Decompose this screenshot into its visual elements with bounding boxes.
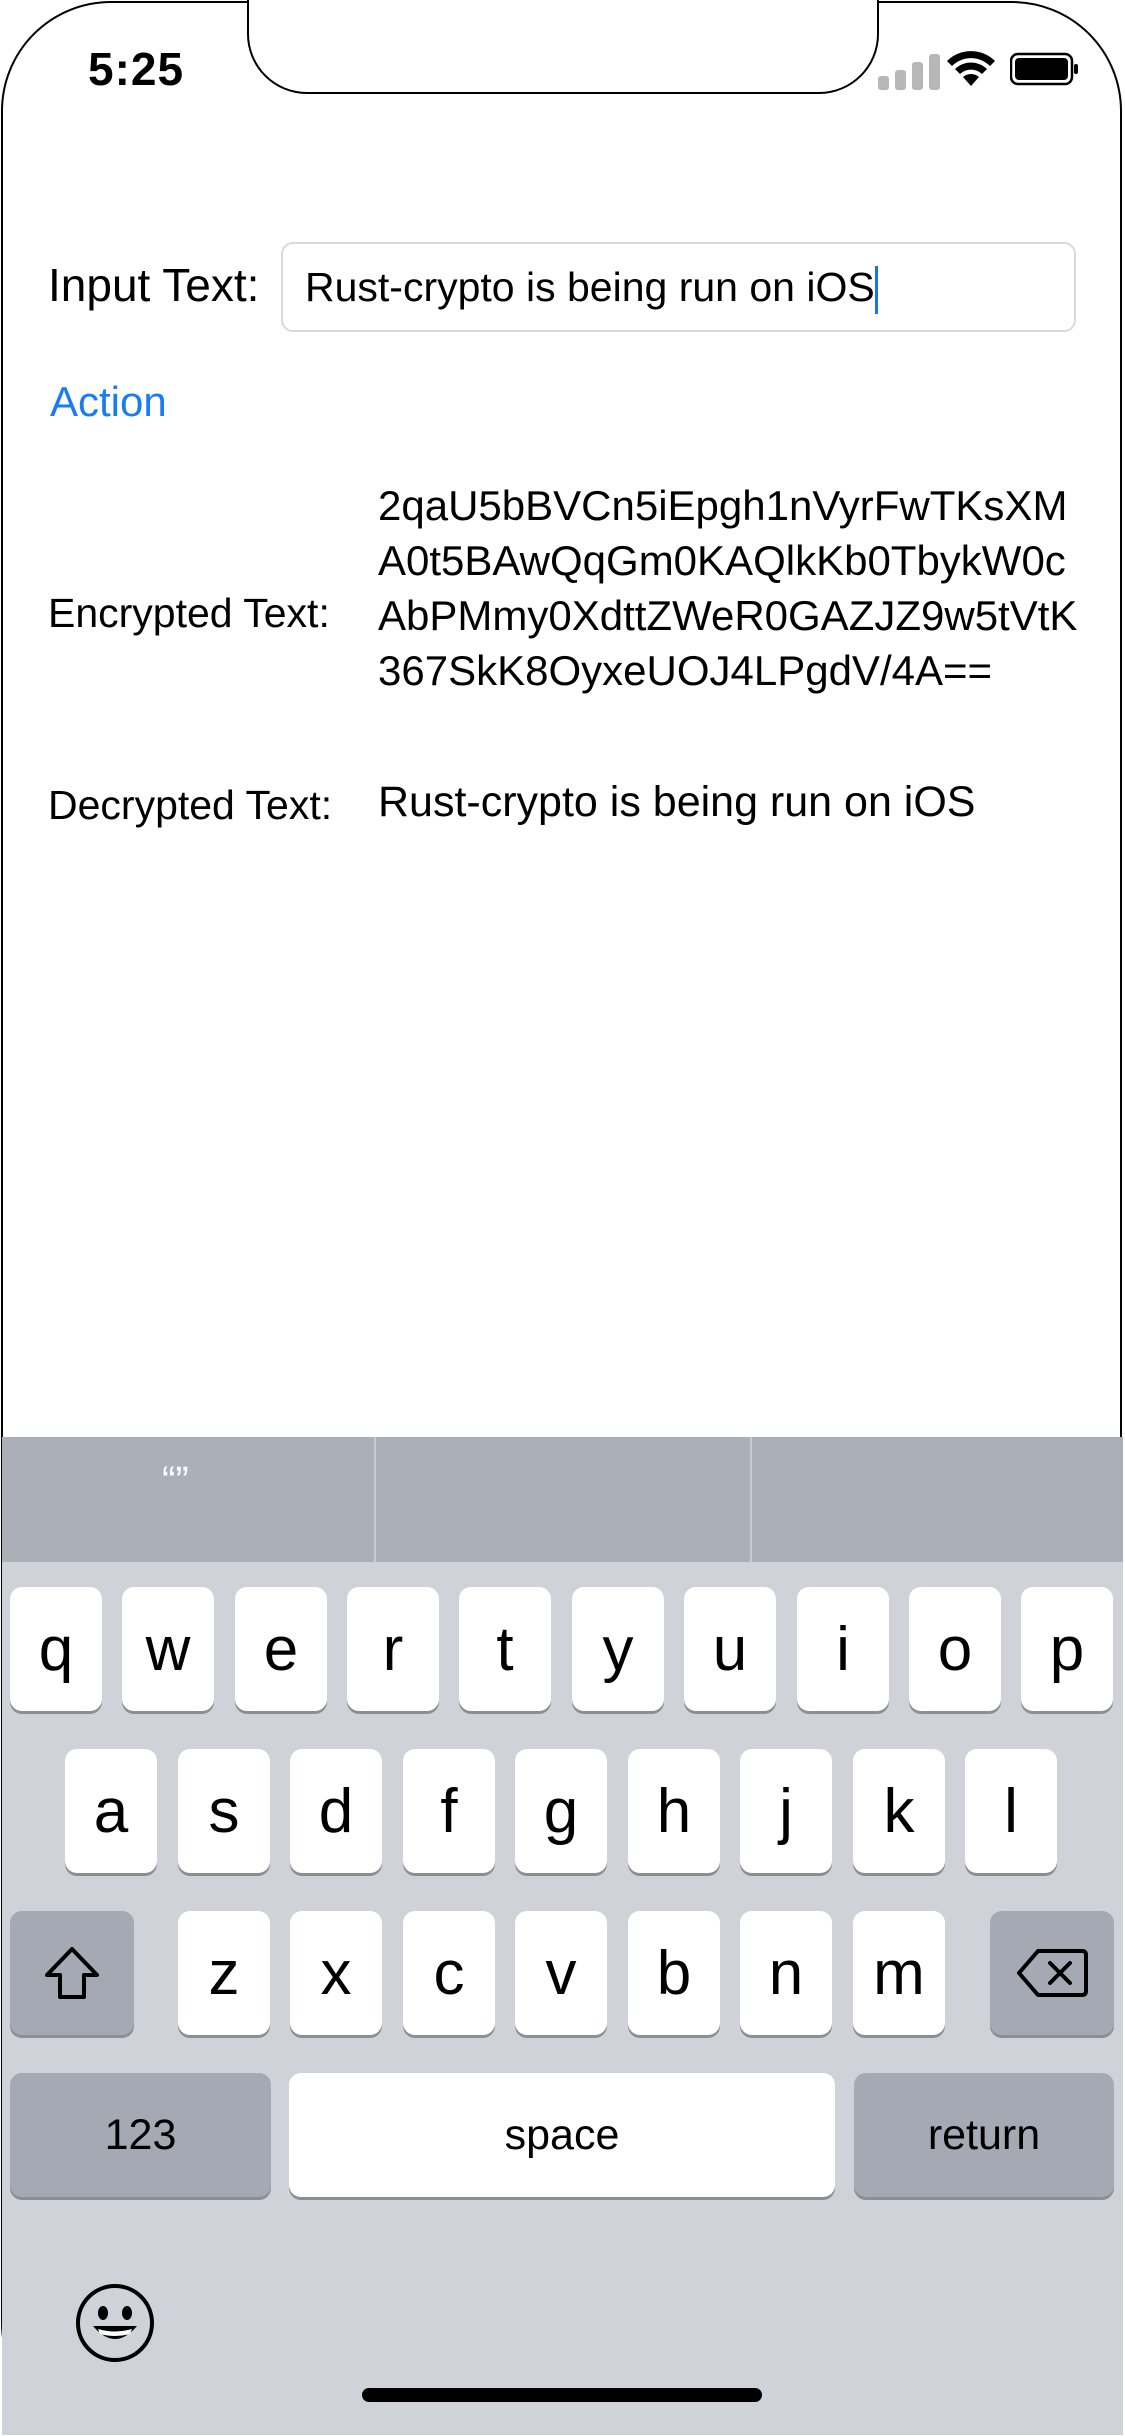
prediction-quotes: “”: [162, 1459, 189, 1503]
input-text-field[interactable]: Rust-crypto is being run on iOS: [281, 242, 1076, 332]
prediction-bar: “”: [2, 1437, 1123, 1562]
home-indicator[interactable]: [362, 2388, 762, 2402]
key-l[interactable]: l: [965, 1749, 1057, 1873]
notch: [247, 0, 879, 94]
key-v[interactable]: v: [515, 1911, 607, 2035]
key-t[interactable]: t: [459, 1587, 551, 1711]
key-n[interactable]: n: [740, 1911, 832, 2035]
battery-icon: [1010, 52, 1078, 86]
key-d[interactable]: d: [290, 1749, 382, 1873]
key-k[interactable]: k: [853, 1749, 945, 1873]
key-o[interactable]: o: [909, 1587, 1001, 1711]
key-g[interactable]: g: [515, 1749, 607, 1873]
cellular-signal-icon: [878, 50, 946, 90]
key-u[interactable]: u: [684, 1587, 776, 1711]
keyboard: “” q w e r t y u i o p a s d f g h j k l: [2, 1437, 1123, 2435]
key-s[interactable]: s: [178, 1749, 270, 1873]
key-w[interactable]: w: [122, 1587, 214, 1711]
key-a[interactable]: a: [65, 1749, 157, 1873]
input-text-value: Rust-crypto is being run on iOS: [305, 264, 875, 310]
key-h[interactable]: h: [628, 1749, 720, 1873]
wifi-icon: [947, 51, 995, 86]
key-y[interactable]: y: [572, 1587, 664, 1711]
decrypted-value: Rust-crypto is being run on iOS: [378, 778, 976, 826]
key-p[interactable]: p: [1021, 1587, 1113, 1711]
key-q[interactable]: q: [10, 1587, 102, 1711]
text-caret: [874, 266, 878, 315]
delete-key[interactable]: [990, 1911, 1114, 2035]
space-key[interactable]: space: [289, 2073, 835, 2197]
status-time: 5:25: [88, 43, 185, 95]
numbers-key[interactable]: 123: [10, 2073, 271, 2197]
encrypted-value: 2qaU5bBVCn5iEpgh1nVyrFwTKsXMA0t5BAwQqGm0…: [378, 482, 1078, 694]
input-label: Input Text:: [48, 259, 260, 311]
encrypted-label: Encrypted Text:: [48, 590, 330, 636]
prediction-cell-quotes[interactable]: “”: [2, 1437, 374, 1562]
key-z[interactable]: z: [178, 1911, 270, 2035]
key-f[interactable]: f: [403, 1749, 495, 1873]
action-button[interactable]: Action: [50, 378, 167, 426]
shift-key[interactable]: [10, 1911, 134, 2035]
shift-icon: [45, 1947, 99, 1999]
phone-screen: 5:25 Input Text: Rust-crypto is being ru…: [0, 0, 1125, 2436]
delete-icon: [1017, 1949, 1088, 1997]
decrypted-label: Decrypted Text:: [48, 782, 333, 828]
key-c[interactable]: c: [403, 1911, 495, 2035]
return-key[interactable]: return: [854, 2073, 1114, 2197]
key-j[interactable]: j: [740, 1749, 832, 1873]
key-r[interactable]: r: [347, 1587, 439, 1711]
prediction-cell-3[interactable]: [752, 1437, 1123, 1562]
prediction-cell-2[interactable]: [376, 1437, 750, 1562]
emoji-icon[interactable]: [74, 2282, 156, 2364]
key-m[interactable]: m: [853, 1911, 945, 2035]
key-i[interactable]: i: [797, 1587, 889, 1711]
key-x[interactable]: x: [290, 1911, 382, 2035]
key-b[interactable]: b: [628, 1911, 720, 2035]
key-e[interactable]: e: [235, 1587, 327, 1711]
